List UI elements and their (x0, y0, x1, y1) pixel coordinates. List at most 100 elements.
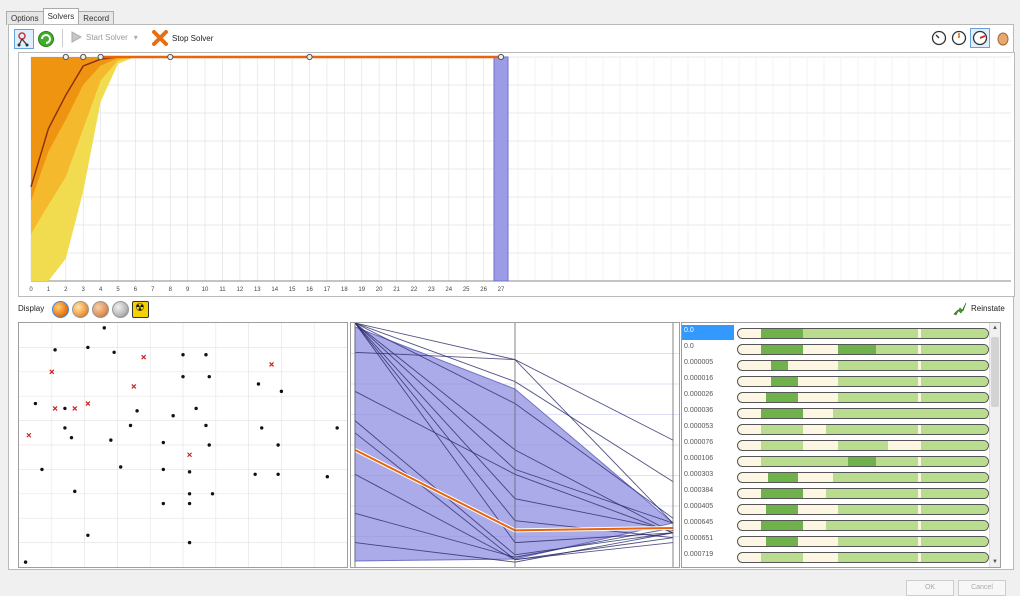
solution-point[interactable] (187, 470, 192, 474)
solution-row[interactable]: 0.000651 (682, 533, 1000, 548)
solution-slider-list[interactable]: 0.0 0.0 0.000005 0.000016 0.000026 0.000036 0.… (681, 322, 1001, 568)
solution-row[interactable]: 0.000719 (682, 549, 1000, 564)
solution-point[interactable] (69, 435, 74, 440)
solution-point[interactable] (109, 438, 113, 442)
orange-half-sphere-button[interactable] (72, 301, 89, 318)
range-track[interactable] (737, 344, 989, 355)
solution-row[interactable]: 0.000076 (682, 437, 1000, 452)
solution-point[interactable] (23, 560, 28, 564)
solution-point[interactable] (53, 348, 57, 352)
solution-row[interactable]: 0.000036 (682, 405, 1000, 420)
range-track[interactable] (737, 376, 989, 387)
target-point[interactable] (269, 362, 274, 367)
list-scrollbar[interactable]: ▲ ▼ (989, 323, 1000, 567)
solution-row[interactable]: 0.000384 (682, 485, 1000, 500)
solution-point[interactable] (86, 533, 90, 537)
solution-point[interactable] (112, 350, 116, 354)
scroll-down-icon[interactable]: ▼ (992, 559, 998, 565)
range-track[interactable] (737, 520, 989, 531)
solution-row[interactable]: 0.000645 (682, 517, 1000, 532)
range-track[interactable] (737, 536, 989, 547)
solution-point[interactable] (204, 353, 208, 357)
solution-point[interactable] (256, 382, 261, 386)
solution-point[interactable] (325, 475, 330, 479)
solution-row[interactable]: 0.0 (682, 341, 1000, 356)
solution-point[interactable] (161, 440, 166, 445)
solution-row[interactable]: 0.0 (682, 325, 1000, 340)
solution-point[interactable] (181, 353, 185, 357)
orange-sphere-button[interactable] (52, 301, 69, 318)
solution-row[interactable]: 0.000303 (682, 469, 1000, 484)
solution-point[interactable] (73, 489, 77, 494)
speed-fast-button[interactable] (970, 28, 990, 48)
stop-solver-button[interactable]: Stop Solver (151, 29, 213, 47)
solution-point[interactable] (33, 401, 38, 406)
range-track[interactable] (737, 472, 989, 483)
solution-point[interactable] (171, 414, 175, 418)
start-solver-button[interactable]: Start Solver ▾ (70, 31, 138, 43)
speed-slow-button[interactable] (931, 30, 949, 48)
solution-row[interactable]: 0.000005 (682, 357, 1000, 372)
range-track[interactable] (737, 328, 989, 339)
solution-point[interactable] (187, 492, 192, 496)
refresh-button[interactable] (37, 30, 55, 48)
range-track[interactable] (737, 392, 989, 403)
range-track[interactable] (737, 504, 989, 515)
egg-button[interactable] (996, 30, 1014, 48)
solution-point[interactable] (135, 409, 139, 413)
solution-point[interactable] (86, 345, 90, 350)
range-track[interactable] (737, 360, 989, 371)
solution-row[interactable]: 0.000053 (682, 421, 1000, 436)
cancel-button[interactable]: Cancel (958, 580, 1006, 596)
solution-point[interactable] (161, 501, 166, 506)
solution-point[interactable] (204, 423, 208, 428)
solution-point[interactable] (187, 501, 192, 506)
solution-point[interactable] (279, 389, 284, 394)
graph-toggle-button[interactable] (14, 29, 34, 49)
range-track[interactable] (737, 440, 989, 451)
range-track[interactable] (737, 552, 989, 563)
solution-row[interactable]: 0.000026 (682, 389, 1000, 404)
solution-point[interactable] (194, 406, 198, 411)
solution-point[interactable] (181, 374, 185, 379)
solution-point[interactable] (63, 406, 67, 411)
solution-row[interactable]: 0.000016 (682, 373, 1000, 388)
solution-point[interactable] (210, 492, 215, 496)
dropdown-arrow-icon[interactable]: ▾ (134, 33, 138, 42)
target-point[interactable] (72, 405, 78, 411)
orange-shaded-sphere-button[interactable] (92, 301, 109, 318)
solution-point[interactable] (118, 465, 123, 469)
solution-point[interactable] (161, 467, 166, 472)
scroll-up-icon[interactable]: ▲ (992, 325, 998, 331)
target-point[interactable] (131, 384, 137, 389)
target-point[interactable] (187, 452, 192, 458)
range-track[interactable] (737, 408, 989, 419)
solution-point[interactable] (276, 443, 280, 447)
range-track[interactable] (737, 488, 989, 499)
target-point[interactable] (141, 354, 147, 360)
solution-point[interactable] (63, 426, 67, 430)
solution-point[interactable] (187, 540, 192, 545)
solution-point[interactable] (276, 472, 280, 476)
speed-medium-button[interactable] (951, 30, 969, 48)
scroll-thumb[interactable] (991, 337, 999, 407)
range-track[interactable] (737, 456, 989, 467)
range-track[interactable] (737, 424, 989, 435)
ok-button[interactable]: OK (906, 580, 954, 596)
solution-point[interactable] (207, 374, 211, 379)
target-point[interactable] (85, 401, 91, 406)
reinstate-button[interactable]: Reinstate (952, 300, 1005, 316)
solution-point[interactable] (207, 443, 211, 447)
radiation-button[interactable]: ☢ (132, 301, 149, 318)
tab-options[interactable]: Options (6, 11, 44, 25)
solution-point[interactable] (260, 426, 264, 430)
solution-row[interactable]: 0.000106 (682, 453, 1000, 468)
solution-point[interactable] (40, 467, 44, 472)
target-point[interactable] (26, 432, 32, 438)
target-point[interactable] (52, 405, 58, 411)
solution-point[interactable] (128, 423, 133, 428)
tab-solvers[interactable]: Solvers (42, 8, 80, 25)
tab-record[interactable]: Record (78, 11, 115, 25)
solution-point[interactable] (102, 326, 106, 330)
grey-sphere-button[interactable] (112, 301, 129, 318)
